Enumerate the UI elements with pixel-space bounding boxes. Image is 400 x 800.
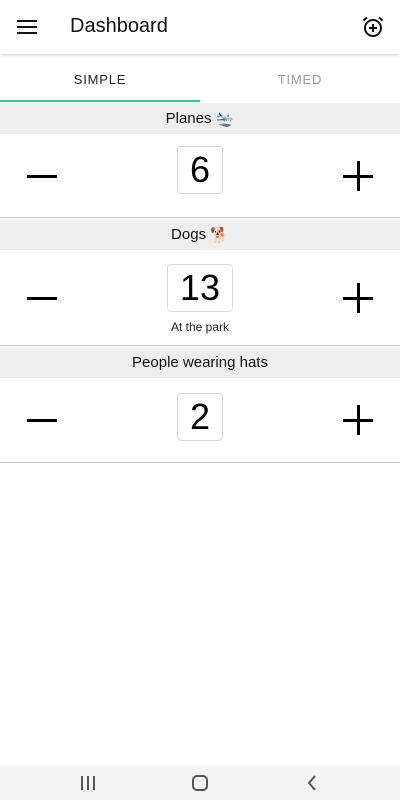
home-button[interactable] (170, 766, 230, 800)
menu-button[interactable] (10, 10, 44, 44)
count-value[interactable]: 6 (177, 146, 223, 194)
plus-icon (343, 282, 373, 313)
decrement-button[interactable] (20, 154, 64, 198)
back-button[interactable] (282, 766, 342, 800)
add-alarm-button[interactable] (358, 12, 388, 42)
minus-icon (27, 161, 57, 191)
counter-planes: Planes 🛬 6 (0, 103, 400, 218)
minus-icon (27, 283, 57, 313)
tab-bar: SIMPLE TIMED (0, 56, 400, 102)
counter-body: 6 (0, 134, 400, 217)
system-nav-bar (0, 766, 400, 800)
count-value[interactable]: 2 (177, 393, 223, 441)
recents-button[interactable] (58, 766, 118, 800)
counter-title: People wearing hats (132, 354, 268, 371)
hamburger-menu-icon (17, 20, 37, 34)
counter-dogs: Dogs 🐕 13 At the park (0, 219, 400, 346)
plane-emoji-icon: 🛬 (215, 110, 235, 128)
count-value[interactable]: 13 (167, 264, 233, 312)
app-bar: Dashboard (0, 0, 400, 54)
counter-body: 2 (0, 378, 400, 462)
increment-button[interactable] (336, 398, 380, 442)
plus-icon (343, 405, 373, 435)
app-root: Dashboard SIMPLE TIMED Planes 🛬 6 Dogs 🐕… (0, 0, 400, 800)
counter-header: Planes 🛬 (0, 103, 400, 134)
increment-button[interactable] (336, 154, 380, 198)
decrement-button[interactable] (20, 276, 64, 320)
dog-emoji-icon: 🐕 (210, 226, 229, 244)
counter-body: 13 At the park (0, 250, 400, 345)
counter-title: Dogs (171, 226, 207, 243)
tab-timed[interactable]: TIMED (200, 56, 400, 102)
counter-people-wearing-hats: People wearing hats 2 (0, 347, 400, 463)
counter-header: Dogs 🐕 (0, 219, 400, 250)
home-icon (192, 775, 208, 791)
minus-icon (27, 405, 57, 435)
counter-note: At the park (170, 320, 230, 334)
counter-title: Planes (165, 110, 212, 127)
page-title: Dashboard (70, 15, 168, 37)
plus-icon (343, 160, 373, 191)
decrement-button[interactable] (20, 398, 64, 442)
recents-icon (81, 776, 95, 790)
add-alarm-icon (362, 16, 384, 37)
tab-simple[interactable]: SIMPLE (0, 56, 200, 102)
counter-header: People wearing hats (0, 347, 400, 378)
increment-button[interactable] (336, 276, 380, 320)
back-icon (307, 775, 316, 791)
